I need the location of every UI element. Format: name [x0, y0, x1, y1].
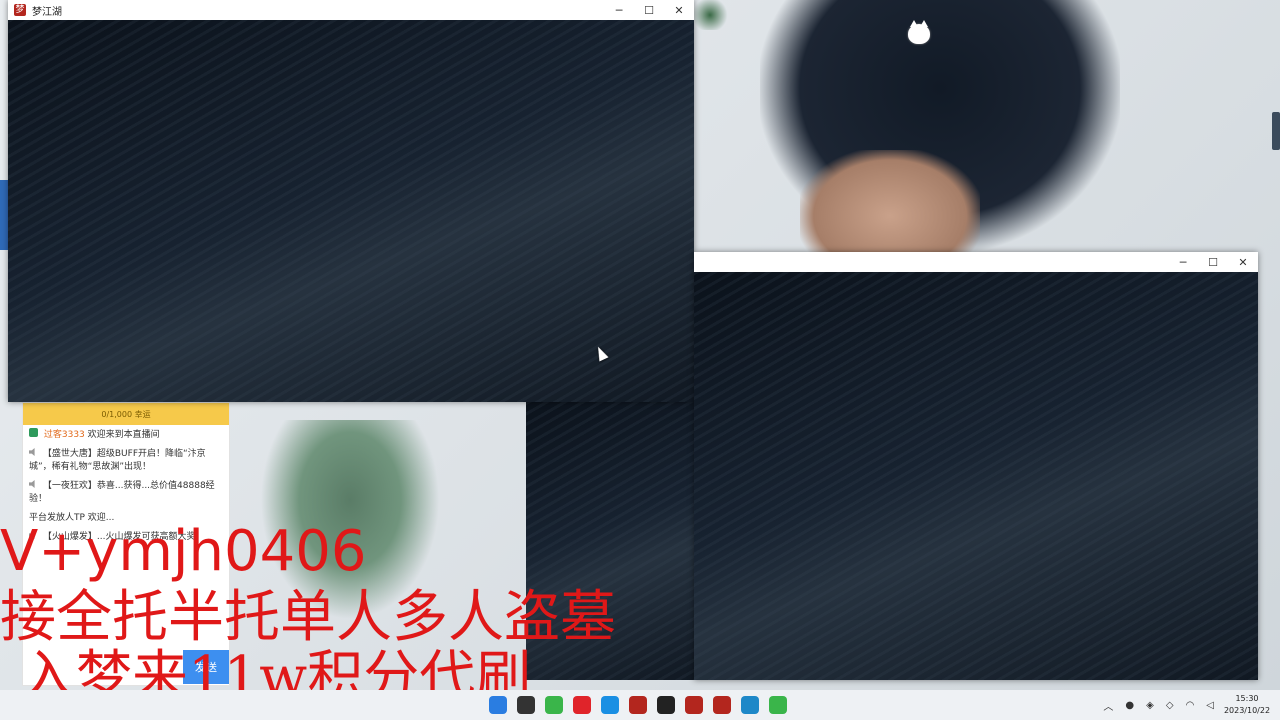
clock-time: 15:30: [1235, 694, 1259, 703]
window-titlebar[interactable]: 梦 梦江湖 ─ ☐ ✕: [8, 0, 694, 20]
wechat-icon-2[interactable]: [769, 696, 787, 714]
taskbar: ︿ ● ◈ ◇ ◠ ◁ 15:30 2023/10/22: [0, 690, 1280, 720]
game-window-second[interactable]: ─ ☐ ✕: [694, 252, 1258, 680]
game-viewport[interactable]: [694, 272, 1258, 680]
maximize-button[interactable]: ☐: [634, 0, 664, 20]
wechat-icon[interactable]: [545, 696, 563, 714]
app-red-icon[interactable]: [573, 696, 591, 714]
taskbar-clock[interactable]: 15:30 2023/10/22: [1222, 693, 1272, 717]
wifi-icon[interactable]: ◠: [1186, 700, 1195, 711]
overlay-contact-text: V+ymjh0406: [0, 519, 367, 584]
left-edge-app-strip: [0, 180, 8, 250]
window-title: 梦江湖: [32, 6, 62, 18]
windows-start-icon[interactable]: [489, 696, 507, 714]
taskbar-app-icons: [484, 690, 792, 720]
search-icon[interactable]: [517, 696, 535, 714]
window-titlebar[interactable]: ─ ☐ ✕: [694, 252, 1258, 272]
live-panel-header: 0/1,000 幸运: [23, 403, 229, 425]
chat-text: 【一夜狂欢】恭喜...获得...总价值48888经验！: [29, 481, 215, 504]
app-tray-icon[interactable]: ◇: [1166, 700, 1174, 711]
game-viewport[interactable]: [8, 20, 694, 402]
chat-message: 过客3333 欢迎来到本直播间: [23, 425, 229, 445]
edge-icon[interactable]: [741, 696, 759, 714]
close-button[interactable]: ✕: [664, 0, 694, 20]
chat-message: 【一夜狂欢】恭喜...获得...总价值48888经验！: [23, 477, 229, 509]
chat-text: 【盛世大唐】超级BUFF开启！降临“汴京城”，稀有礼物“思故渊”出现！: [29, 449, 206, 472]
game-app-icon: 梦: [14, 4, 26, 16]
speaker-icon: [29, 448, 35, 456]
game-icon[interactable]: [629, 696, 647, 714]
overlay-service-text: 接全托半托单人多人盗墓: [0, 585, 616, 650]
network-icon[interactable]: ◈: [1146, 700, 1154, 711]
chevron-up-icon[interactable]: ︿: [1103, 698, 1113, 713]
game-icon-2[interactable]: [685, 696, 703, 714]
cat-icon[interactable]: [908, 20, 930, 44]
side-widget-handle[interactable]: [1272, 112, 1280, 150]
maximize-button[interactable]: ☐: [1198, 252, 1228, 272]
game-window-main[interactable]: 梦 梦江湖 ─ ☐ ✕: [8, 0, 694, 402]
wallpaper-leaves: [690, 0, 730, 30]
microphone-icon[interactable]: ●: [1125, 700, 1134, 711]
chat-message: 【盛世大唐】超级BUFF开启！降临“汴京城”，稀有礼物“思故渊”出现！: [23, 445, 229, 477]
steam-icon[interactable]: [657, 696, 675, 714]
system-tray: ︿ ● ◈ ◇ ◠ ◁: [1097, 690, 1220, 720]
volume-icon[interactable]: ◁: [1206, 700, 1214, 711]
close-button[interactable]: ✕: [1228, 252, 1258, 272]
game-icon-3[interactable]: [713, 696, 731, 714]
minimize-button[interactable]: ─: [604, 0, 634, 20]
minimize-button[interactable]: ─: [1168, 252, 1198, 272]
speaker-icon: [29, 480, 35, 488]
wallpaper-face: [800, 150, 980, 260]
clock-date: 2023/10/22: [1223, 706, 1271, 715]
kugou-icon[interactable]: [601, 696, 619, 714]
welcome-icon: [29, 428, 38, 437]
chat-text: 欢迎来到本直播间: [87, 430, 160, 440]
chat-username[interactable]: 过客3333: [44, 430, 85, 440]
